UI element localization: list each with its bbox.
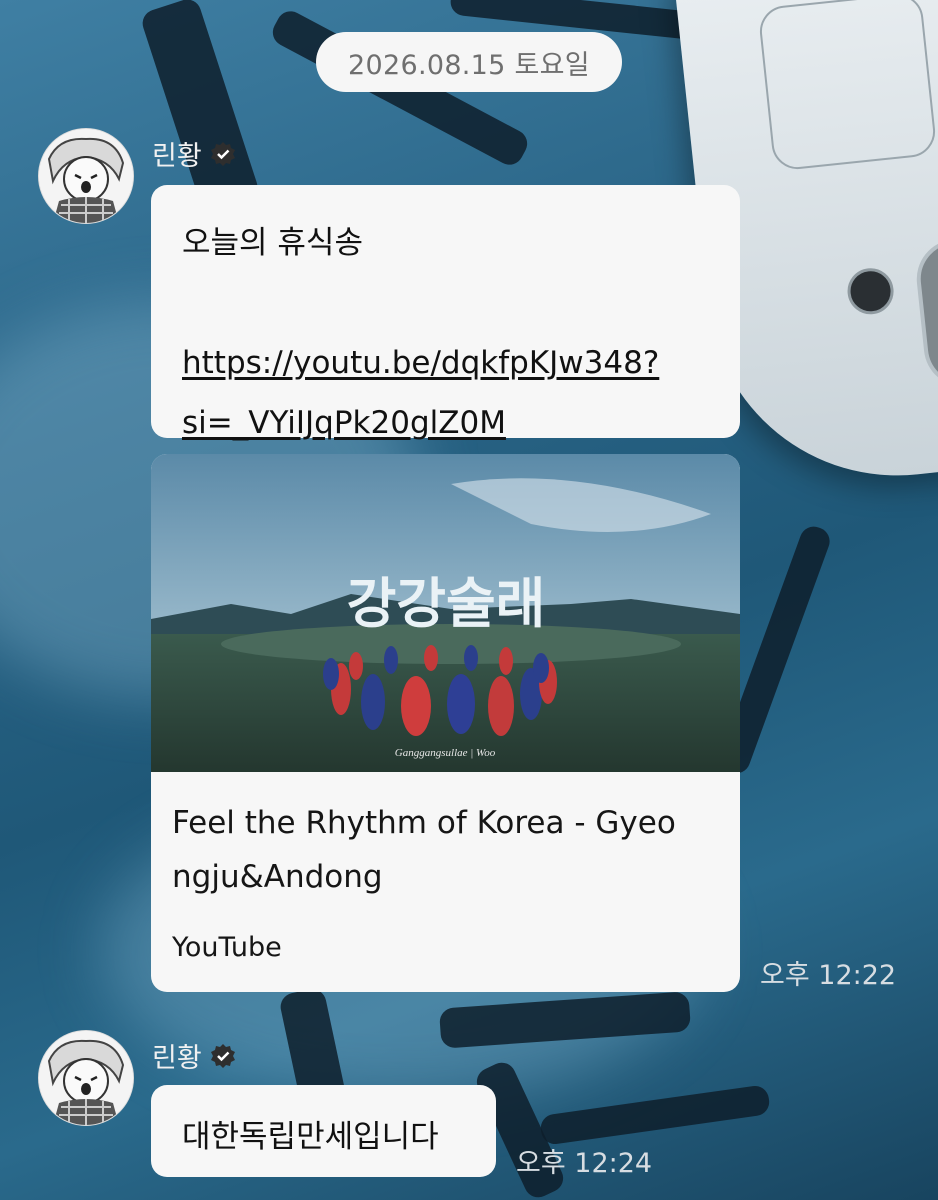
avatar-illustration-icon [39,1031,133,1125]
thumbnail-caption: Ganggangsullae | Woo [395,747,496,759]
preview-title-line-2: ngju&Andong [172,859,383,895]
message-time: 오후 12:24 [516,1148,653,1179]
verified-badge-icon [210,1043,235,1068]
preview-title-line-1: Feel the Rhythm of Korea - Gyeo [172,805,676,841]
preview-site: YouTube [172,932,282,963]
message-text: 대한독립만세입니다 [182,1119,439,1155]
date-divider: 2026.08.15 토요일 [316,32,622,92]
message-bubble-text-link[interactable]: 오늘의 휴식송 https://youtu.be/dqkfpKJw348? si… [151,185,740,441]
link-line-1: https://youtu.be/dqkfpKJw348? [182,345,660,381]
link-line-2: si=_VYiIJqPk20glZ0M [182,405,506,441]
preview-title[interactable]: Feel the Rhythm of Korea - Gyeo ngju&And… [172,796,712,904]
sender-name: 린황 [152,141,202,172]
message-bubble-text[interactable]: 대한독립만세입니다 [151,1085,496,1177]
thumbnail-title: 강강술래 [347,574,546,634]
sender-name-row: 린황 [152,134,236,173]
message-text: 오늘의 휴식송 [182,225,363,261]
video-thumbnail[interactable]: 강강술래 Ganggangsullae | Woo [151,454,740,772]
sender-avatar[interactable] [38,1030,134,1126]
sender-avatar[interactable] [38,128,134,224]
message-time: 오후 12:22 [760,960,897,991]
youtube-link[interactable]: https://youtu.be/dqkfpKJw348? si=_VYiIJq… [182,345,659,441]
avatar-illustration-icon [39,129,133,223]
link-preview-card[interactable]: 강강술래 Ganggangsullae | Woo Feel the Rhyth… [151,454,740,992]
verified-badge-icon [210,141,235,166]
sender-name: 린황 [152,1043,202,1074]
sender-name-row: 린황 [152,1036,236,1075]
